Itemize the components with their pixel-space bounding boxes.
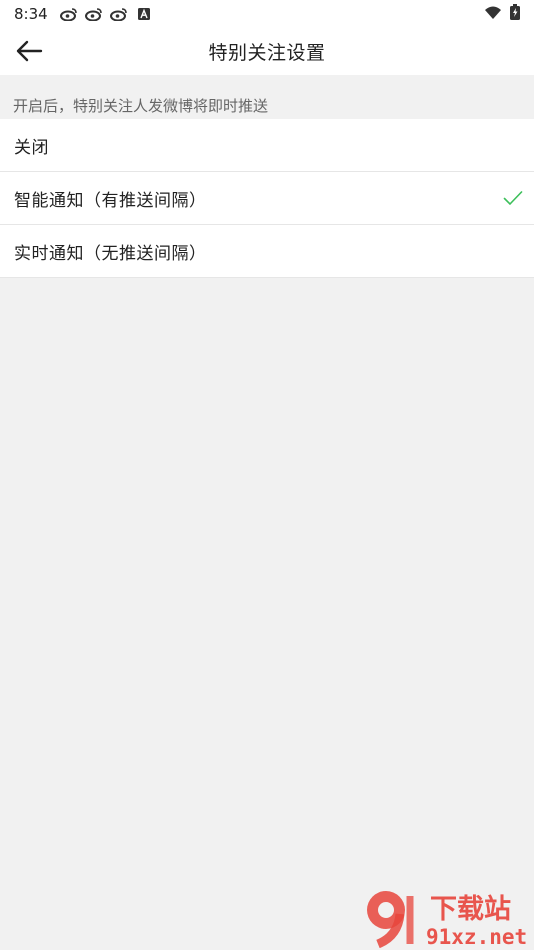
check-icon: [502, 189, 524, 207]
option-label: 实时通知（无推送间隔）: [14, 243, 207, 264]
watermark-bottom-text: 91xz.net: [426, 925, 527, 948]
weibo-icon: [84, 7, 103, 21]
option-list: 关闭 智能通知（有推送间隔） 实时通知（无推送间隔）: [0, 119, 534, 278]
option-realtime-notify[interactable]: 实时通知（无推送间隔）: [0, 225, 534, 278]
section-hint: 开启后，特别关注人发微博将即时推送: [0, 75, 534, 119]
back-button[interactable]: [12, 36, 46, 66]
weibo-icon: [109, 7, 128, 21]
a-icon: [135, 7, 153, 21]
battery-charging-icon: [510, 4, 520, 24]
weibo-icon: [59, 7, 78, 21]
nav-bar: 特别关注设置: [0, 28, 534, 75]
option-smart-notify[interactable]: 智能通知（有推送间隔）: [0, 172, 534, 225]
option-label: 关闭: [14, 137, 49, 158]
watermark-logo: 下载站 91xz.net: [360, 888, 532, 949]
page-title: 特别关注设置: [208, 42, 326, 64]
status-bar: 8:34: [0, 0, 534, 28]
wifi-icon: [484, 5, 502, 24]
option-label: 智能通知（有推送间隔）: [14, 190, 207, 211]
arrow-left-icon: [16, 40, 43, 62]
status-time: 8:34: [14, 5, 48, 23]
status-right-icons: [484, 4, 520, 24]
watermark-top-text: 下载站: [430, 894, 511, 925]
option-off[interactable]: 关闭: [0, 119, 534, 172]
